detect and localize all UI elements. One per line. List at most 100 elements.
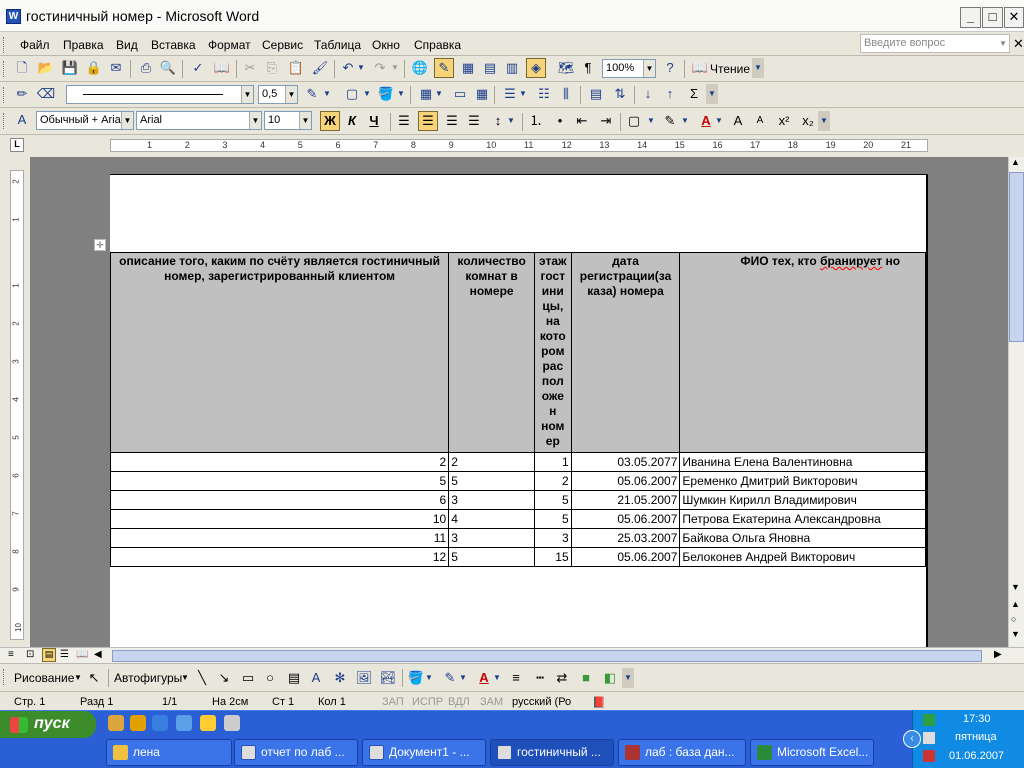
zoom-select[interactable]: 100% ▼ xyxy=(602,59,656,78)
clock-time[interactable]: 17:30 xyxy=(963,713,991,725)
clock-day[interactable]: пятница xyxy=(955,731,997,743)
undo-icon[interactable]: ↶ xyxy=(338,58,358,78)
spelling-icon[interactable]: ✓ xyxy=(188,58,208,78)
fill-color-icon[interactable]: 🪣 xyxy=(406,668,426,688)
table-cell[interactable]: 3 xyxy=(448,528,535,548)
shading-color-icon[interactable]: 🪣 xyxy=(376,84,396,104)
chevron-down-icon[interactable]: ▼ xyxy=(434,84,444,104)
open-folder-icon[interactable]: 📂 xyxy=(36,58,56,78)
vertical-scroll-thumb[interactable] xyxy=(1009,172,1024,342)
chevron-down-icon[interactable]: ▼ xyxy=(680,111,690,131)
web-view-icon[interactable]: ⊡ xyxy=(26,649,34,660)
table-cell[interactable]: Белоконев Андрей Викторович xyxy=(679,547,926,567)
cut-icon[interactable]: ✂ xyxy=(240,58,260,78)
tab-selector-icon[interactable]: L xyxy=(10,138,24,152)
table-cell[interactable]: 5 xyxy=(448,547,535,567)
dash-style-icon[interactable]: ┅ xyxy=(530,668,550,688)
table-cell[interactable]: 11 xyxy=(109,528,450,548)
normal-view-icon[interactable]: ≡ xyxy=(8,649,14,660)
font-size-select[interactable]: 10 ▼ xyxy=(264,111,312,130)
insert-picture-icon[interactable]: 🏞 xyxy=(378,668,398,688)
help-icon[interactable]: ? xyxy=(660,58,680,78)
clock-date[interactable]: 01.06.2007 xyxy=(949,750,1004,762)
print-layout-icon[interactable]: ▤ xyxy=(42,648,56,662)
chevron-down-icon[interactable]: ▼ xyxy=(299,112,311,129)
rectangle-icon[interactable]: ▭ xyxy=(238,668,258,688)
new-document-icon[interactable]: 🗋 xyxy=(12,58,32,78)
insert-excel-icon[interactable]: ▤ xyxy=(480,58,500,78)
menu-file[interactable]: Файл xyxy=(20,38,50,52)
line-icon[interactable]: ╲ xyxy=(192,668,212,688)
clip-art-icon[interactable]: 🖼 xyxy=(354,668,374,688)
scroll-left-icon[interactable]: ◀ xyxy=(94,649,102,660)
next-page-icon[interactable]: ▼ xyxy=(1011,629,1020,639)
toolbar-options-icon[interactable]: ▼ xyxy=(622,668,634,688)
bullets-icon[interactable]: • xyxy=(550,111,570,131)
decrease-indent-icon[interactable]: ⇤ xyxy=(572,111,592,131)
autoshapes-menu-button[interactable]: Автофигуры xyxy=(114,671,182,685)
taskbar-button-folder[interactable]: лена xyxy=(106,739,232,766)
table-cell[interactable]: 1 xyxy=(533,452,572,472)
close-button[interactable]: ✕ xyxy=(1004,7,1024,28)
chevron-down-icon[interactable]: ▼ xyxy=(506,111,516,131)
email-icon[interactable]: ✉ xyxy=(106,58,126,78)
chevron-down-icon[interactable]: ▼ xyxy=(643,60,655,77)
justify-icon[interactable]: ☰ xyxy=(464,111,484,131)
read-mode-button[interactable]: Чтение xyxy=(710,62,750,76)
horizontal-scroll-thumb[interactable] xyxy=(112,650,982,662)
format-painter-icon[interactable]: 🖌 xyxy=(310,58,330,78)
table-cell[interactable]: Байкова Ольга Яновна xyxy=(679,528,926,548)
3d-style-icon[interactable]: ◧ xyxy=(600,668,620,688)
tray-app-icon[interactable] xyxy=(923,714,935,726)
autosum-icon[interactable]: Σ xyxy=(684,84,704,104)
insert-table-icon[interactable]: ▦ xyxy=(416,84,436,104)
table-cell[interactable]: Еременко Дмитрий Викторович xyxy=(679,471,926,491)
sort-ascending-icon[interactable]: ↓ xyxy=(638,84,658,104)
taskbar-button-word[interactable]: отчет по лаб ... xyxy=(234,739,358,766)
chevron-down-icon[interactable]: ▼ xyxy=(322,84,332,104)
arrow-icon[interactable]: ↘ xyxy=(214,668,234,688)
chevron-down-icon[interactable]: ▼ xyxy=(362,84,372,104)
table-cell[interactable]: 5 xyxy=(533,509,572,529)
table-cell[interactable]: 2 xyxy=(448,452,535,472)
table-cell[interactable]: 4 xyxy=(448,509,535,529)
table-cell[interactable]: 21.05.2007 xyxy=(570,490,681,510)
chevron-down-icon[interactable]: ▼ xyxy=(396,84,406,104)
header-cell[interactable]: ФИО тех, кто бранирует но xyxy=(679,252,926,453)
line-color-icon[interactable]: ✎ xyxy=(440,668,460,688)
copy-icon[interactable]: ⎘ xyxy=(262,58,282,78)
toolbar-grip[interactable] xyxy=(3,61,6,77)
spelling-status-icon[interactable]: 📕 xyxy=(592,696,606,709)
menu-view[interactable]: Вид xyxy=(116,38,138,52)
quicklaunch-icon[interactable] xyxy=(176,715,192,731)
chevron-down-icon[interactable]: ▼ xyxy=(74,673,82,682)
scroll-down-icon[interactable]: ▼ xyxy=(1011,582,1020,592)
drawing-menu-button[interactable]: Рисование xyxy=(14,671,74,685)
oval-icon[interactable]: ○ xyxy=(260,668,280,688)
document-page[interactable]: описание того, каким по счёту является г… xyxy=(109,174,928,647)
table-cell[interactable]: 05.06.2007 xyxy=(570,547,681,567)
draw-table-icon[interactable]: ✏ xyxy=(12,84,32,104)
toolbar-options-icon[interactable]: ▼ xyxy=(706,84,718,104)
line-weight-select[interactable]: 0,5 ▼ xyxy=(258,85,298,104)
reading-view-icon[interactable]: 📖 xyxy=(76,649,88,660)
text-direction-icon[interactable]: ⇅ xyxy=(610,84,630,104)
chevron-down-icon[interactable]: ▼ xyxy=(458,668,468,688)
menu-tools[interactable]: Сервис xyxy=(262,38,303,52)
eraser-icon[interactable]: ⌫ xyxy=(36,84,56,104)
line-spacing-icon[interactable]: ↕ xyxy=(488,111,508,131)
menu-format[interactable]: Формат xyxy=(208,38,251,52)
taskbar-button-excel[interactable]: Microsoft Excel... xyxy=(750,739,874,766)
underline-button[interactable]: Ч xyxy=(364,111,384,131)
maximize-button[interactable]: □ xyxy=(982,7,1003,28)
network-icon[interactable] xyxy=(923,732,935,744)
hyperlink-icon[interactable]: 🌐 xyxy=(410,58,430,78)
quicklaunch-icon[interactable] xyxy=(108,715,124,731)
shadow-style-icon[interactable]: ■ xyxy=(576,668,596,688)
line-style-select[interactable]: ▼ xyxy=(66,85,254,104)
merge-cells-icon[interactable]: ▭ xyxy=(450,84,470,104)
table-cell[interactable]: 6 xyxy=(109,490,450,510)
outside-border-icon[interactable]: ▢ xyxy=(342,84,362,104)
chevron-down-icon[interactable]: ▼ xyxy=(492,668,502,688)
align-cell-icon[interactable]: ☰ xyxy=(500,84,520,104)
